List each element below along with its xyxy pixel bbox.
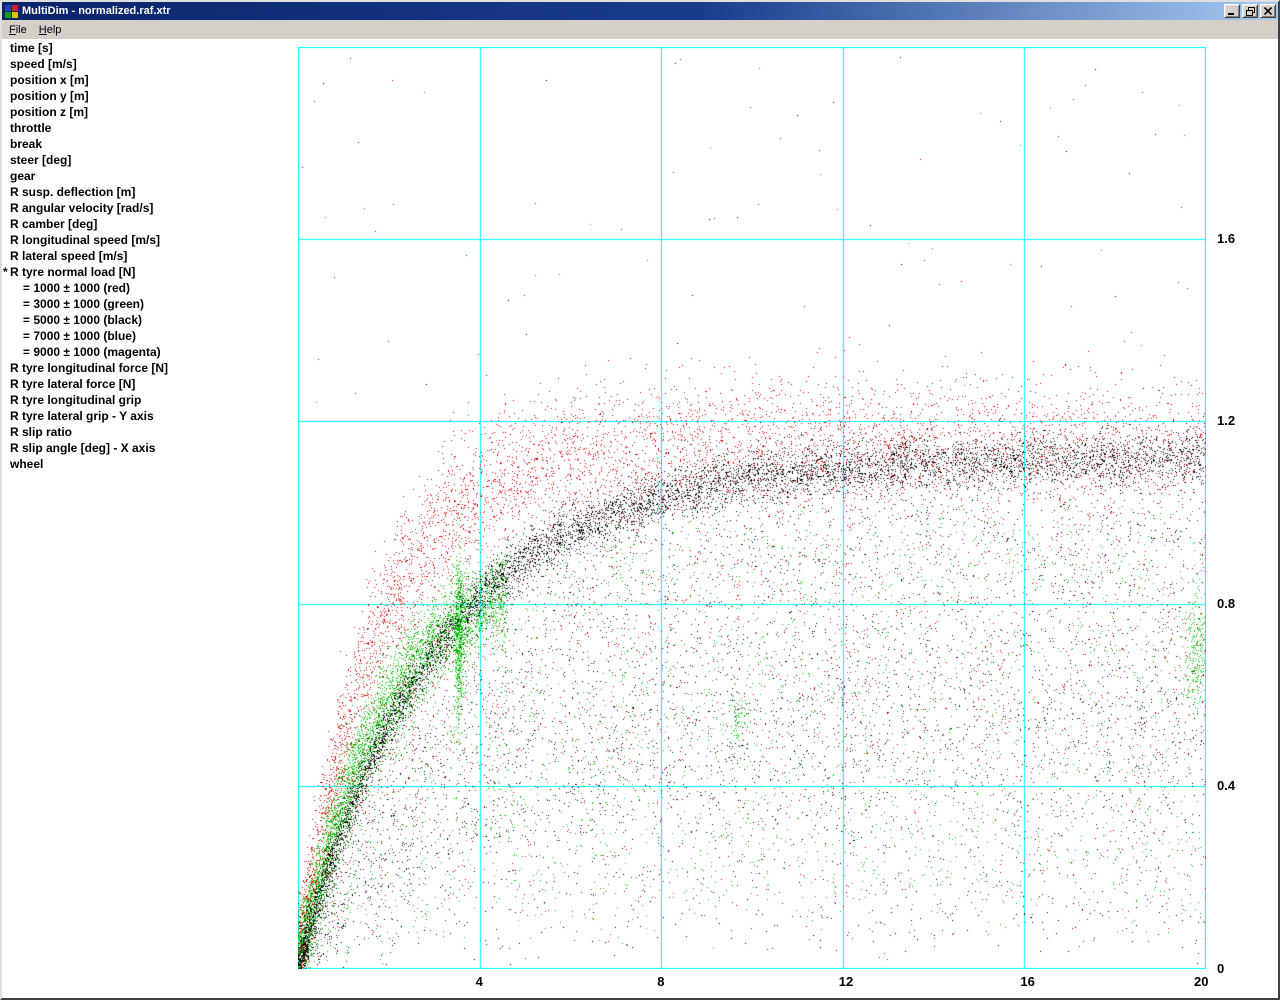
x-axis-tick-label: 8 [657,974,665,989]
channel-item[interactable]: R angular velocity [rad/s] [2,200,298,216]
channel-item[interactable]: R longitudinal speed [m/s] [2,232,298,248]
channel-label: R tyre longitudinal grip [10,393,142,407]
x-axis-tick-label: 16 [1020,974,1035,989]
channel-label: R angular velocity [rad/s] [10,201,154,215]
channel-item[interactable]: R slip ratio [2,424,298,440]
channel-label: steer [deg] [10,153,72,167]
x-axis-tick-label: 4 [475,974,483,989]
channel-item[interactable]: R tyre lateral grip - Y axis [2,408,298,424]
restore-button[interactable] [1242,4,1258,18]
channel-list: time [s] speed [m/s] position x [m] positio… [2,40,298,472]
y-axis-tick-label: 1.2 [1217,413,1236,429]
channel-label: R lateral speed [m/s] [10,249,128,263]
channel-label: position y [m] [10,89,89,103]
selected-marker: * [3,265,8,279]
channel-item[interactable]: wheel [2,456,298,472]
channel-item[interactable]: R tyre longitudinal grip [2,392,298,408]
channel-item[interactable]: R tyre lateral force [N] [2,376,298,392]
menubar: File Help [2,20,1278,39]
channel-label: gear [10,169,36,183]
channel-item[interactable]: R tyre longitudinal force [N] [2,360,298,376]
channel-label: = 1000 ± 1000 (red) [23,281,130,295]
channel-item[interactable]: R susp. deflection [m] [2,184,298,200]
channel-label: R camber [deg] [10,217,98,231]
legend-item[interactable]: = 5000 ± 1000 (black) [2,312,298,328]
channel-label: = 7000 ± 1000 (blue) [23,329,136,343]
channel-item[interactable]: speed [m/s] [2,56,298,72]
channel-label: throttle [10,121,52,135]
scatter-canvas [298,47,1206,969]
titlebar: MultiDim - normalized.raf.xtr [2,2,1278,20]
legend-item[interactable]: = 9000 ± 1000 (magenta) [2,344,298,360]
channel-label: R tyre lateral force [N] [10,377,136,391]
channel-label: time [s] [10,41,53,55]
channel-label: break [10,137,43,151]
channel-label: = 9000 ± 1000 (magenta) [23,345,161,359]
channel-item[interactable]: position x [m] [2,72,298,88]
menu-help[interactable]: Help [33,22,68,38]
close-icon [1264,7,1272,15]
channel-item[interactable]: steer [deg] [2,152,298,168]
channel-label: R slip angle [deg] - X axis [10,441,156,455]
channel-label: R slip ratio [10,425,73,439]
menu-file[interactable]: File [3,22,33,38]
minimize-icon [1228,13,1234,15]
channel-item[interactable]: * R tyre normal load [N] [2,264,298,280]
channel-label: = 5000 ± 1000 (black) [23,313,142,327]
restore-icon [1245,6,1255,16]
channel-label: = 3000 ± 1000 (green) [23,297,144,311]
window-controls [1224,4,1276,18]
channel-label: R tyre longitudinal force [N] [10,361,169,375]
plot-area [298,47,1206,969]
channel-item[interactable]: break [2,136,298,152]
channel-label: R tyre lateral grip - Y axis [10,409,154,423]
channel-label: R susp. deflection [m] [10,185,136,199]
y-axis-tick-label: 0.8 [1217,595,1236,611]
y-axis-tick-label: 0 [1217,961,1225,976]
minimize-button[interactable] [1224,4,1240,18]
channel-item[interactable]: gear [2,168,298,184]
channel-item[interactable]: throttle [2,120,298,136]
channel-label: R longitudinal speed [m/s] [10,233,161,247]
legend-item[interactable]: = 1000 ± 1000 (red) [2,280,298,296]
legend-item[interactable]: = 7000 ± 1000 (blue) [2,328,298,344]
content-area: time [s] speed [m/s] position x [m] positio… [2,39,1278,998]
close-button[interactable] [1260,4,1276,18]
channel-item[interactable]: R lateral speed [m/s] [2,248,298,264]
channel-item[interactable]: position z [m] [2,104,298,120]
x-axis-tick-label: 20 [1194,974,1209,989]
app-icon [5,4,18,18]
app-window: MultiDim - normalized.raf.xtr File Help t… [0,0,1280,1000]
x-axis-tick-label: 12 [838,974,854,989]
channel-label: wheel [10,457,44,471]
channel-item[interactable]: R slip angle [deg] - X axis [2,440,298,456]
window-title: MultiDim - normalized.raf.xtr [22,5,171,17]
legend-item[interactable]: = 3000 ± 1000 (green) [2,296,298,312]
channel-item[interactable]: position y [m] [2,88,298,104]
channel-label: R tyre normal load [N] [10,265,136,279]
y-axis-tick-label: 1.6 [1217,230,1236,246]
channel-label: position z [m] [10,105,88,119]
channel-label: speed [m/s] [10,57,77,71]
channel-item[interactable]: R camber [deg] [2,216,298,232]
y-axis-tick-label: 0.4 [1217,778,1236,794]
channel-item[interactable]: time [s] [2,40,298,56]
channel-label: position x [m] [10,73,89,87]
